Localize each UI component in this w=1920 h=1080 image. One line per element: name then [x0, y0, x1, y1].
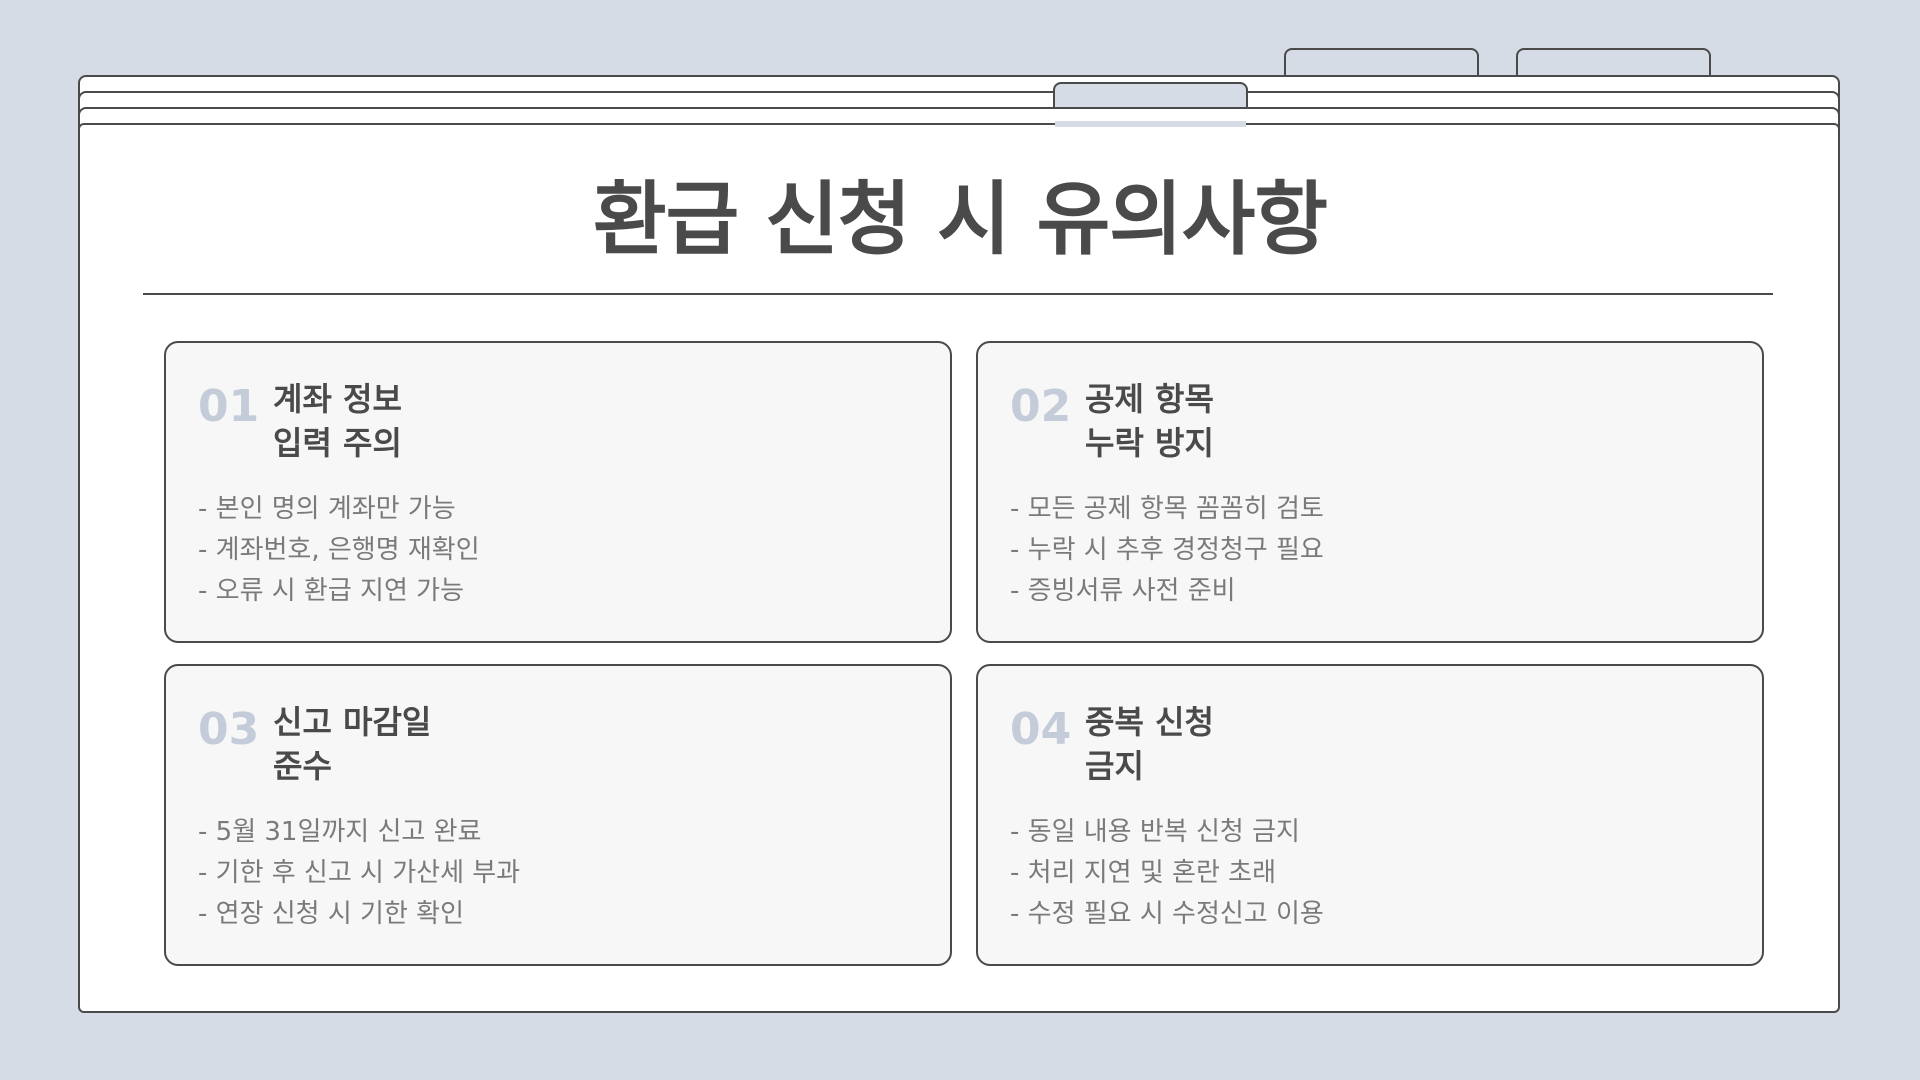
- card-item-list: - 5월 31일까지 신고 완료 - 기한 후 신고 시 가산세 부과 - 연장…: [198, 812, 520, 935]
- card-item-list: - 모든 공제 항목 꼼꼼히 검토 - 누락 시 추후 경정청구 필요 - 증빙…: [1010, 489, 1324, 612]
- notice-card-deduction: 02 공제 항목 누락 방지 - 모든 공제 항목 꼼꼼히 검토 - 누락 시 …: [976, 341, 1764, 643]
- card-title-line-2: 준수: [273, 747, 332, 785]
- list-item: - 동일 내용 반복 신청 금지: [1010, 817, 1300, 847]
- card-title: 공제 항목 누락 방지: [1085, 377, 1214, 465]
- card-number: 04: [1010, 704, 1072, 755]
- card-number: 03: [198, 704, 260, 755]
- card-item-list: - 동일 내용 반복 신청 금지 - 처리 지연 및 혼란 초래 - 수정 필요…: [1010, 812, 1324, 935]
- title-divider: [143, 293, 1773, 295]
- card-title-line-2: 금지: [1085, 747, 1144, 785]
- list-item: - 처리 지연 및 혼란 초래: [1010, 858, 1276, 888]
- notice-card-duplicate: 04 중복 신청 금지 - 동일 내용 반복 신청 금지 - 처리 지연 및 혼…: [976, 664, 1764, 966]
- list-item: - 기한 후 신고 시 가산세 부과: [198, 858, 521, 888]
- folder-tab-front-opening: [1055, 121, 1246, 127]
- card-title-line-1: 공제 항목: [1085, 380, 1214, 418]
- list-item: - 계좌번호, 은행명 재확인: [198, 535, 480, 565]
- card-title: 중복 신청 금지: [1085, 700, 1214, 788]
- list-item: - 모든 공제 항목 꼼꼼히 검토: [1010, 494, 1324, 524]
- list-item: - 5월 31일까지 신고 완료: [198, 817, 482, 847]
- card-title-line-1: 중복 신청: [1085, 703, 1214, 741]
- notice-card-account: 01 계좌 정보 입력 주의 - 본인 명의 계좌만 가능 - 계좌번호, 은행…: [164, 341, 952, 643]
- card-title: 신고 마감일 준수: [273, 700, 431, 788]
- list-item: - 누락 시 추후 경정청구 필요: [1010, 535, 1324, 565]
- card-title-line-2: 입력 주의: [273, 424, 402, 462]
- notice-card-deadline: 03 신고 마감일 준수 - 5월 31일까지 신고 완료 - 기한 후 신고 …: [164, 664, 952, 966]
- list-item: - 본인 명의 계좌만 가능: [198, 494, 456, 524]
- card-number: 02: [1010, 381, 1072, 432]
- card-title: 계좌 정보 입력 주의: [273, 377, 402, 465]
- card-item-list: - 본인 명의 계좌만 가능 - 계좌번호, 은행명 재확인 - 오류 시 환급…: [198, 489, 480, 612]
- card-title-line-1: 계좌 정보: [273, 380, 402, 418]
- list-item: - 수정 필요 시 수정신고 이용: [1010, 899, 1324, 929]
- card-number: 01: [198, 381, 260, 432]
- card-title-line-1: 신고 마감일: [273, 703, 432, 741]
- list-item: - 오류 시 환급 지연 가능: [198, 576, 464, 606]
- card-title-line-2: 누락 방지: [1085, 424, 1214, 462]
- list-item: - 연장 신청 시 기한 확인: [198, 899, 464, 929]
- list-item: - 증빙서류 사전 준비: [1010, 576, 1236, 606]
- page-title: 환급 신청 시 유의사항: [593, 173, 1328, 266]
